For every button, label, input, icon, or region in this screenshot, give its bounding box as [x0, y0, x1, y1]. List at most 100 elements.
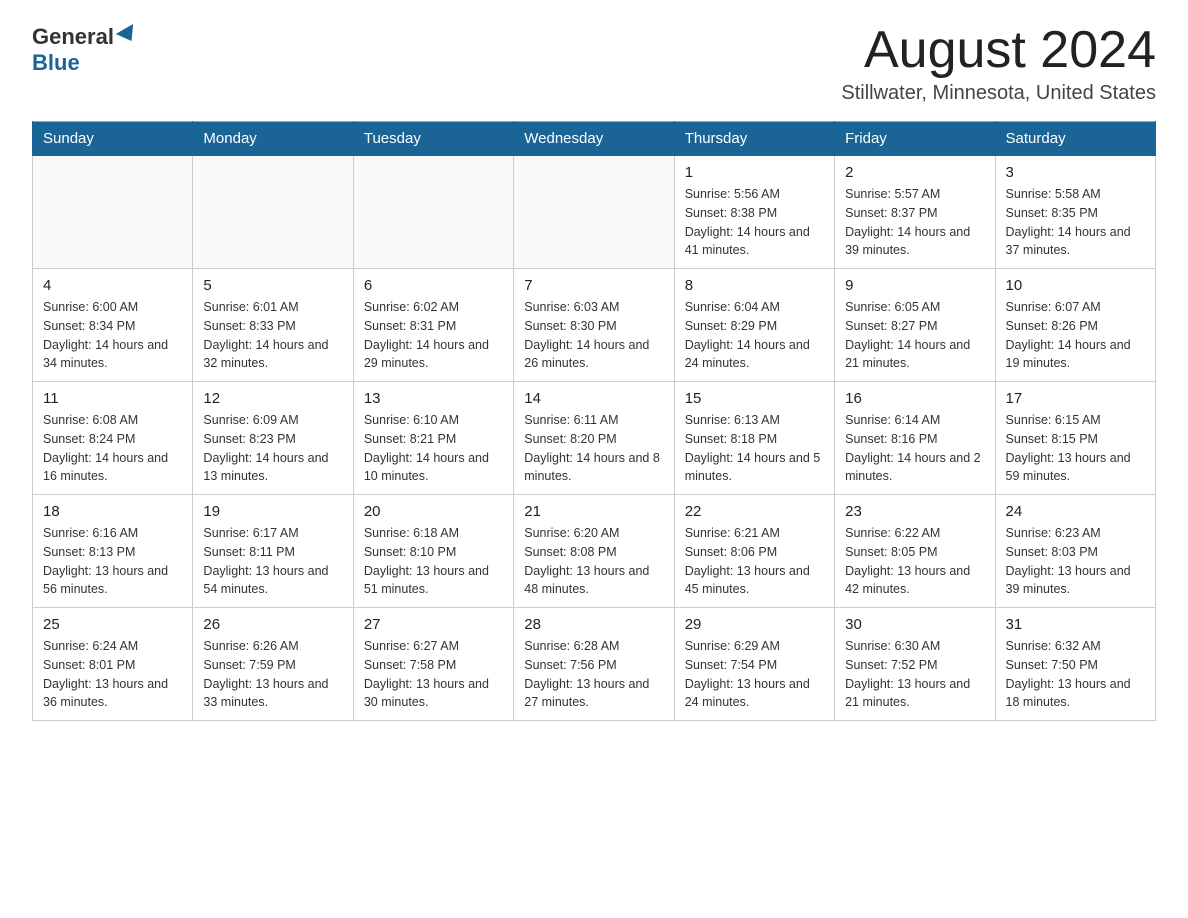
calendar-cell: 9 Sunrise: 6:05 AM Sunset: 8:27 PM Daylig…: [835, 269, 995, 382]
day-info: Sunrise: 6:11 AM Sunset: 8:20 PM Dayligh…: [524, 411, 663, 486]
calendar-cell: 4Sunrise: 6:00 AM Sunset: 8:34 PM Daylig…: [33, 269, 193, 382]
page-header: General Blue August 2024 Stillwater, Min…: [32, 24, 1156, 105]
day-number: 7: [524, 277, 663, 294]
day-info: Sunrise: 6:29 AM Sunset: 7:54 PM Dayligh…: [685, 637, 824, 712]
weekday-header-thursday: Thursday: [674, 122, 834, 156]
title-section: August 2024 Stillwater, Minnesota, Unite…: [841, 24, 1156, 105]
day-number: 9: [845, 277, 984, 294]
day-info: Sunrise: 6:05 AM Sunset: 8:27 PM Dayligh…: [845, 298, 984, 373]
day-number: 16: [845, 390, 984, 407]
calendar-cell: 16 Sunrise: 6:14 AM Sunset: 8:16 PM Dayli…: [835, 382, 995, 495]
calendar-cell: 21Sunrise: 6:20 AM Sunset: 8:08 PM Dayli…: [514, 495, 674, 608]
calendar-cell: 5 Sunrise: 6:01 AM Sunset: 8:33 PM Daylig…: [193, 269, 353, 382]
day-number: 8: [685, 277, 824, 294]
calendar-cell: 26 Sunrise: 6:26 AM Sunset: 7:59 PM Dayli…: [193, 608, 353, 721]
calendar-cell: 28 Sunrise: 6:28 AM Sunset: 7:56 PM Dayli…: [514, 608, 674, 721]
logo-general: General: [32, 24, 114, 50]
calendar-cell: 6 Sunrise: 6:02 AM Sunset: 8:31 PM Daylig…: [353, 269, 513, 382]
day-info: Sunrise: 5:56 AM Sunset: 8:38 PM Dayligh…: [685, 185, 824, 260]
day-info: Sunrise: 6:28 AM Sunset: 7:56 PM Dayligh…: [524, 637, 663, 712]
day-info: Sunrise: 5:57 AM Sunset: 8:37 PM Dayligh…: [845, 185, 984, 260]
day-number: 14: [524, 390, 663, 407]
day-number: 13: [364, 390, 503, 407]
calendar-cell: 14 Sunrise: 6:11 AM Sunset: 8:20 PM Dayli…: [514, 382, 674, 495]
day-info: Sunrise: 6:01 AM Sunset: 8:33 PM Dayligh…: [203, 298, 342, 373]
calendar-cell: [33, 156, 193, 269]
month-title: August 2024: [841, 24, 1156, 76]
day-info: Sunrise: 6:27 AM Sunset: 7:58 PM Dayligh…: [364, 637, 503, 712]
day-number: 20: [364, 503, 503, 520]
calendar-week-row: 18 Sunrise: 6:16 AM Sunset: 8:13 PM Dayli…: [33, 495, 1156, 608]
calendar-header-row: SundayMondayTuesdayWednesdayThursdayFrid…: [33, 122, 1156, 156]
day-number: 10: [1006, 277, 1145, 294]
calendar-week-row: 4Sunrise: 6:00 AM Sunset: 8:34 PM Daylig…: [33, 269, 1156, 382]
calendar-cell: 24Sunrise: 6:23 AM Sunset: 8:03 PM Dayli…: [995, 495, 1155, 608]
calendar-cell: 15 Sunrise: 6:13 AM Sunset: 8:18 PM Dayli…: [674, 382, 834, 495]
day-info: Sunrise: 6:30 AM Sunset: 7:52 PM Dayligh…: [845, 637, 984, 712]
day-info: Sunrise: 6:20 AM Sunset: 8:08 PM Dayligh…: [524, 524, 663, 599]
weekday-header-tuesday: Tuesday: [353, 122, 513, 156]
day-number: 28: [524, 616, 663, 633]
calendar-cell: 31Sunrise: 6:32 AM Sunset: 7:50 PM Dayli…: [995, 608, 1155, 721]
day-number: 6: [364, 277, 503, 294]
day-info: Sunrise: 6:09 AM Sunset: 8:23 PM Dayligh…: [203, 411, 342, 486]
day-info: Sunrise: 6:26 AM Sunset: 7:59 PM Dayligh…: [203, 637, 342, 712]
day-number: 15: [685, 390, 824, 407]
logo: General Blue: [32, 24, 138, 76]
calendar-cell: 25Sunrise: 6:24 AM Sunset: 8:01 PM Dayli…: [33, 608, 193, 721]
day-number: 2: [845, 164, 984, 181]
calendar-cell: [514, 156, 674, 269]
weekday-header-sunday: Sunday: [33, 122, 193, 156]
day-number: 12: [203, 390, 342, 407]
logo-blue: Blue: [32, 50, 80, 76]
calendar-cell: [353, 156, 513, 269]
day-number: 5: [203, 277, 342, 294]
day-number: 19: [203, 503, 342, 520]
day-info: Sunrise: 6:16 AM Sunset: 8:13 PM Dayligh…: [43, 524, 182, 599]
day-info: Sunrise: 6:02 AM Sunset: 8:31 PM Dayligh…: [364, 298, 503, 373]
day-info: Sunrise: 6:17 AM Sunset: 8:11 PM Dayligh…: [203, 524, 342, 599]
day-number: 26: [203, 616, 342, 633]
calendar-cell: [193, 156, 353, 269]
calendar-cell: 2 Sunrise: 5:57 AM Sunset: 8:37 PM Daylig…: [835, 156, 995, 269]
calendar-cell: 19 Sunrise: 6:17 AM Sunset: 8:11 PM Dayli…: [193, 495, 353, 608]
calendar-cell: 1Sunrise: 5:56 AM Sunset: 8:38 PM Daylig…: [674, 156, 834, 269]
calendar-week-row: 25Sunrise: 6:24 AM Sunset: 8:01 PM Dayli…: [33, 608, 1156, 721]
day-number: 23: [845, 503, 984, 520]
weekday-header-wednesday: Wednesday: [514, 122, 674, 156]
day-number: 25: [43, 616, 182, 633]
day-info: Sunrise: 5:58 AM Sunset: 8:35 PM Dayligh…: [1006, 185, 1145, 260]
day-info: Sunrise: 6:03 AM Sunset: 8:30 PM Dayligh…: [524, 298, 663, 373]
logo-text: General: [32, 24, 138, 50]
day-number: 3: [1006, 164, 1145, 181]
day-number: 29: [685, 616, 824, 633]
weekday-header-monday: Monday: [193, 122, 353, 156]
calendar-cell: 8 Sunrise: 6:04 AM Sunset: 8:29 PM Daylig…: [674, 269, 834, 382]
day-number: 30: [845, 616, 984, 633]
calendar-cell: 18 Sunrise: 6:16 AM Sunset: 8:13 PM Dayli…: [33, 495, 193, 608]
day-info: Sunrise: 6:14 AM Sunset: 8:16 PM Dayligh…: [845, 411, 984, 486]
calendar-week-row: 1Sunrise: 5:56 AM Sunset: 8:38 PM Daylig…: [33, 156, 1156, 269]
day-info: Sunrise: 6:08 AM Sunset: 8:24 PM Dayligh…: [43, 411, 182, 486]
day-info: Sunrise: 6:04 AM Sunset: 8:29 PM Dayligh…: [685, 298, 824, 373]
day-info: Sunrise: 6:13 AM Sunset: 8:18 PM Dayligh…: [685, 411, 824, 486]
day-number: 18: [43, 503, 182, 520]
calendar-cell: 12 Sunrise: 6:09 AM Sunset: 8:23 PM Dayli…: [193, 382, 353, 495]
day-number: 31: [1006, 616, 1145, 633]
day-info: Sunrise: 6:00 AM Sunset: 8:34 PM Dayligh…: [43, 298, 182, 373]
calendar-cell: 29 Sunrise: 6:29 AM Sunset: 7:54 PM Dayli…: [674, 608, 834, 721]
day-info: Sunrise: 6:07 AM Sunset: 8:26 PM Dayligh…: [1006, 298, 1145, 373]
day-number: 11: [43, 390, 182, 407]
calendar-table: SundayMondayTuesdayWednesdayThursdayFrid…: [32, 121, 1156, 721]
logo-arrow-icon: [116, 24, 140, 46]
calendar-cell: 17Sunrise: 6:15 AM Sunset: 8:15 PM Dayli…: [995, 382, 1155, 495]
calendar-cell: 13Sunrise: 6:10 AM Sunset: 8:21 PM Dayli…: [353, 382, 513, 495]
calendar-cell: 3 Sunrise: 5:58 AM Sunset: 8:35 PM Daylig…: [995, 156, 1155, 269]
day-info: Sunrise: 6:22 AM Sunset: 8:05 PM Dayligh…: [845, 524, 984, 599]
calendar-cell: 27Sunrise: 6:27 AM Sunset: 7:58 PM Dayli…: [353, 608, 513, 721]
calendar-cell: 7 Sunrise: 6:03 AM Sunset: 8:30 PM Daylig…: [514, 269, 674, 382]
calendar-week-row: 11 Sunrise: 6:08 AM Sunset: 8:24 PM Dayli…: [33, 382, 1156, 495]
weekday-header-friday: Friday: [835, 122, 995, 156]
calendar-cell: 20Sunrise: 6:18 AM Sunset: 8:10 PM Dayli…: [353, 495, 513, 608]
calendar-cell: 22Sunrise: 6:21 AM Sunset: 8:06 PM Dayli…: [674, 495, 834, 608]
